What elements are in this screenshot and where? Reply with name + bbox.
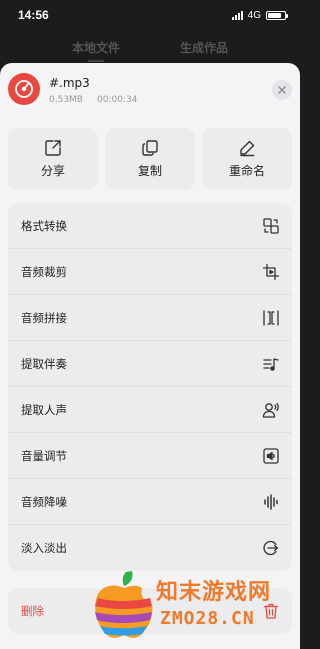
battery-icon [266, 10, 288, 20]
background-tabs: 本地文件 生成作品 [0, 30, 300, 64]
close-icon [278, 86, 286, 94]
tab-local-files: 本地文件 [71, 40, 120, 62]
menu-item-label: 音量调节 [21, 448, 67, 463]
share-label: 分享 [40, 164, 65, 178]
watermark: 知末游戏网 ZMO28.CN [92, 568, 292, 640]
format-convert-icon [261, 216, 281, 236]
noise-reduction-icon [261, 492, 281, 512]
copy-label: 复制 [137, 164, 162, 178]
menu-item-noise-reduction[interactable]: 音频降噪 [8, 479, 292, 525]
apple-logo-icon [95, 571, 153, 638]
merge-icon [261, 308, 281, 328]
menu-item-fade-in-out[interactable]: 淡入淡出 [8, 525, 292, 571]
action-sheet: #.mp3 0.53MB 00:00:34 分享 复制 重命名 格式转换 音频裁… [0, 63, 300, 649]
signal-icon [231, 10, 243, 20]
status-indicators: 4G [231, 9, 288, 21]
menu-item-audio-crop[interactable]: 音频裁剪 [8, 249, 292, 295]
menu-item-volume-adjust[interactable]: 音量调节 [8, 433, 292, 479]
share-icon [45, 140, 61, 156]
copy-button[interactable]: 复制 [105, 128, 195, 190]
voice-icon [261, 400, 281, 420]
close-button[interactable] [272, 80, 292, 100]
network-label: 4G [247, 9, 261, 21]
menu-item-audio-merge[interactable]: 音频拼接 [8, 295, 292, 341]
menu-item-label: 提取人声 [21, 402, 67, 417]
rename-label: 重命名 [228, 164, 265, 178]
accompaniment-icon [261, 354, 281, 374]
menu-item-extract-accompaniment[interactable]: 提取伴奏 [8, 341, 292, 387]
status-bar: 14:56 4G [0, 0, 300, 30]
music-disc-icon [8, 73, 40, 105]
tab-generated-works: 生成作品 [180, 40, 229, 55]
menu-item-label: 音频裁剪 [21, 264, 67, 279]
fade-icon [261, 538, 281, 558]
menu-item-extract-voice[interactable]: 提取人声 [8, 387, 292, 433]
menu-item-label: 淡入淡出 [21, 541, 67, 555]
file-duration: 00:00:34 [96, 95, 138, 105]
edit-icon [240, 140, 255, 157]
rename-button[interactable]: 重命名 [202, 128, 292, 190]
tool-menu: 格式转换 音频裁剪 音频拼接 提取伴奏 提取人声 音量调节 音频降噪 淡入淡出 [8, 203, 292, 571]
action-row: 分享 复制 重命名 [8, 128, 292, 190]
menu-item-format-convert[interactable]: 格式转换 [8, 203, 292, 249]
delete-label: 删除 [21, 604, 44, 618]
watermark-en: ZMO28.CN [160, 608, 255, 629]
menu-item-label: 音频拼接 [21, 310, 67, 325]
watermark-cn: 知末游戏网 [156, 580, 272, 605]
file-size: 0.53MB [49, 95, 83, 105]
status-time: 14:56 [18, 8, 49, 22]
menu-item-label: 音频降噪 [21, 494, 67, 509]
file-meta: 0.53MB 00:00:34 [49, 95, 137, 105]
menu-item-label: 提取伴奏 [21, 356, 67, 371]
share-button[interactable]: 分享 [8, 128, 98, 190]
menu-item-label: 格式转换 [21, 218, 67, 233]
file-name: #.mp3 [49, 76, 90, 90]
crop-icon [261, 262, 281, 282]
copy-icon [142, 140, 158, 156]
file-header: #.mp3 0.53MB 00:00:34 [8, 73, 292, 113]
volume-icon [261, 446, 281, 466]
